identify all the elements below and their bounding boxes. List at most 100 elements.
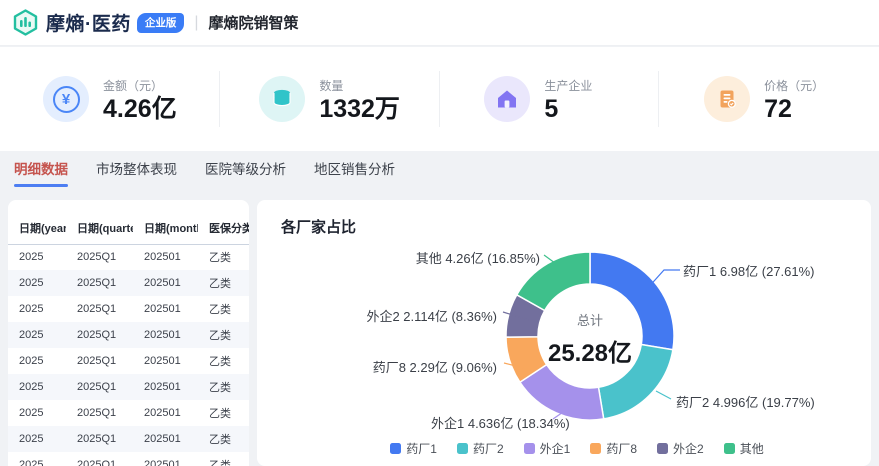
column-header[interactable]: 医保分类 xyxy=(198,212,249,244)
table-cell: 202501 xyxy=(133,270,198,296)
donut-center-total: 总计 25.28亿 xyxy=(520,310,660,368)
table-row[interactable]: 20252025Q1202501乙类 xyxy=(8,400,249,426)
table-cell: 2025 xyxy=(8,348,66,374)
table-cell: 2025Q1 xyxy=(66,374,133,400)
table-row[interactable]: 20252025Q1202501乙类 xyxy=(8,296,249,322)
chart-legend: 药厂1 药厂2 外企1 药厂8 外企2 其他 xyxy=(283,440,871,457)
legend-label: 药厂8 xyxy=(606,440,637,457)
table-cell: 乙类 xyxy=(198,270,249,296)
table-cell: 2025Q1 xyxy=(66,400,133,426)
callout-other: 其他 4.26亿 (16.85%) xyxy=(416,248,540,267)
table-cell: 2025 xyxy=(8,296,66,322)
legend-swatch xyxy=(524,443,535,454)
table-row[interactable]: 20252025Q1202501乙类 xyxy=(8,374,249,400)
legend-label: 外企2 xyxy=(673,440,704,457)
kpi-stats-bar: ¥ 金额（元） 4.26亿 数量 1332万 xyxy=(0,47,879,151)
table-row[interactable]: 20252025Q1202501乙类 xyxy=(8,348,249,374)
legend-swatch xyxy=(390,443,401,454)
stat-manufacturers: 生产企业 5 xyxy=(440,47,660,151)
legend-item-药厂1[interactable]: 药厂1 xyxy=(390,440,437,457)
table-cell: 202501 xyxy=(133,426,198,452)
total-label: 总计 xyxy=(520,310,660,329)
table-cell: 乙类 xyxy=(198,374,249,400)
table-cell: 2025 xyxy=(8,244,66,270)
table-cell: 2025 xyxy=(8,270,66,296)
table-cell: 2025 xyxy=(8,374,66,400)
table-cell: 2025 xyxy=(8,400,66,426)
tab-detail-data[interactable]: 明细数据 xyxy=(14,158,68,187)
analysis-tab-bar: 明细数据 市场整体表现 医院等级分析 地区销售分析 xyxy=(14,158,395,187)
legend-swatch xyxy=(457,443,468,454)
table-cell: 乙类 xyxy=(198,426,249,452)
yuan-icon: ¥ xyxy=(43,76,89,122)
table-row[interactable]: 20252025Q1202501乙类 xyxy=(8,270,249,296)
callout-wq1: 外企1 4.636亿 (18.34%) xyxy=(431,413,570,432)
tab-hospital-grade[interactable]: 医院等级分析 xyxy=(205,158,286,187)
brand-name: 摩熵·医药 xyxy=(46,9,131,36)
stat-label: 数量 xyxy=(319,77,400,94)
table-cell: 乙类 xyxy=(198,322,249,348)
table-row[interactable]: 20252025Q1202501乙类 xyxy=(8,244,249,270)
legend-item-外企1[interactable]: 外企1 xyxy=(524,440,571,457)
column-header[interactable]: 日期(quarter) xyxy=(66,212,133,244)
stat-value: 5 xyxy=(544,97,614,122)
legend-item-外企2[interactable]: 外企2 xyxy=(657,440,704,457)
table-cell: 2025 xyxy=(8,426,66,452)
table-cell: 2025 xyxy=(8,452,66,466)
detail-table-card: 日期(year)日期(quarter)日期(month)医保分类20252025… xyxy=(8,200,249,466)
chart-title: 各厂家占比 xyxy=(281,216,356,237)
stat-label: 价格（元） xyxy=(764,77,834,94)
receipt-icon xyxy=(704,76,750,122)
stat-label: 生产企业 xyxy=(544,77,614,94)
table-cell: 202501 xyxy=(133,452,198,466)
legend-item-药厂8[interactable]: 药厂8 xyxy=(590,440,637,457)
brand-logo-icon xyxy=(12,9,39,36)
stat-amount: ¥ 金额（元） 4.26亿 xyxy=(0,47,220,151)
product-title: 摩熵院销智策 xyxy=(208,12,298,33)
legend-swatch xyxy=(590,443,601,454)
table-cell: 2025Q1 xyxy=(66,322,133,348)
table-cell: 乙类 xyxy=(198,400,249,426)
header-divider: | xyxy=(194,14,198,32)
manufacturer-share-card: 各厂家占比 总计 25.28亿 其他 4.26亿 (16.85%) 药厂1 6.… xyxy=(257,200,871,466)
callout-yc8: 药厂8 2.29亿 (9.06%) xyxy=(373,357,497,376)
callout-yc2: 药厂2 4.996亿 (19.77%) xyxy=(676,392,815,411)
table-cell: 202501 xyxy=(133,348,198,374)
tab-region-sales[interactable]: 地区销售分析 xyxy=(314,158,395,187)
legend-label: 外企1 xyxy=(540,440,571,457)
table-row[interactable]: 20252025Q1202501乙类 xyxy=(8,452,249,466)
table-cell: 2025Q1 xyxy=(66,426,133,452)
database-icon xyxy=(259,76,305,122)
app-header: 摩熵·医药 企业版 | 摩熵院销智策 xyxy=(0,0,879,46)
home-icon xyxy=(484,76,530,122)
table-cell: 2025Q1 xyxy=(66,348,133,374)
legend-swatch xyxy=(724,443,735,454)
legend-label: 其他 xyxy=(740,440,764,457)
dashboard-page: 摩熵·医药 企业版 | 摩熵院销智策 ¥ 金额（元） 4.26亿 数量 133 xyxy=(0,0,879,466)
stat-label: 金额（元） xyxy=(103,77,177,94)
stat-value: 1332万 xyxy=(319,97,400,122)
edition-badge: 企业版 xyxy=(137,13,185,33)
callout-wq2: 外企2 2.114亿 (8.36%) xyxy=(366,306,497,325)
legend-item-药厂2[interactable]: 药厂2 xyxy=(457,440,504,457)
legend-label: 药厂1 xyxy=(406,440,437,457)
stat-quantity: 数量 1332万 xyxy=(220,47,440,151)
table-cell: 2025Q1 xyxy=(66,244,133,270)
column-header[interactable]: 日期(year) xyxy=(8,212,66,244)
table-cell: 乙类 xyxy=(198,348,249,374)
table-cell: 202501 xyxy=(133,244,198,270)
legend-item-其他[interactable]: 其他 xyxy=(724,440,764,457)
table-cell: 2025Q1 xyxy=(66,270,133,296)
tab-market-overview[interactable]: 市场整体表现 xyxy=(96,158,177,187)
callout-yc1: 药厂1 6.98亿 (27.61%) xyxy=(683,261,815,280)
column-header[interactable]: 日期(month) xyxy=(133,212,198,244)
table-cell: 2025Q1 xyxy=(66,452,133,466)
table-cell: 202501 xyxy=(133,374,198,400)
table-cell: 2025Q1 xyxy=(66,296,133,322)
table-cell: 2025 xyxy=(8,322,66,348)
table-cell: 202501 xyxy=(133,400,198,426)
table-row[interactable]: 20252025Q1202501乙类 xyxy=(8,322,249,348)
table-cell: 乙类 xyxy=(198,452,249,466)
total-value: 25.28亿 xyxy=(520,333,660,368)
table-row[interactable]: 20252025Q1202501乙类 xyxy=(8,426,249,452)
